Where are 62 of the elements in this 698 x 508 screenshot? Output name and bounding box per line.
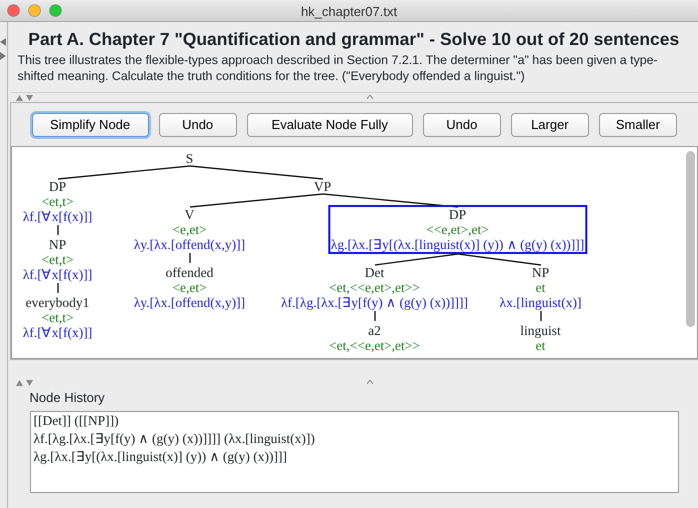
node-formula: λf.[∀x[f(x)]] — [22, 266, 92, 282]
node-label[interactable]: VP — [314, 178, 332, 194]
node-formula: λf.[∀x[f(x)]] — [22, 324, 92, 340]
node-label[interactable]: DP — [448, 206, 466, 222]
tree-branch-line — [56, 224, 58, 235]
tree-branch-line — [188, 252, 190, 263]
split-handle-icon[interactable] — [366, 95, 373, 100]
node-label[interactable]: NP — [48, 236, 66, 252]
node-type: <et,<<e,et>,et>> — [329, 338, 420, 353]
collapse-down-icon[interactable] — [26, 94, 33, 101]
node-type: <et,t> — [41, 252, 74, 267]
close-button[interactable] — [7, 4, 20, 17]
tree-branch-line — [374, 310, 376, 321]
node-type: <et,<<e,et>,et>> — [329, 280, 420, 295]
button[interactable]: Larger — [510, 113, 589, 137]
split-handle-icon[interactable] — [366, 380, 373, 384]
history-text-area[interactable]: [[Det]] ([[NP]]) λf.[λg.[λx.[∃y[f(y) ∧ (g(y) (x))]]]] (λx.[linguist(x)]) λg.[λx.[∃y[(λx.[linguist(x)] (y)) ∧ (g(y) (x))]]] — [30, 411, 679, 494]
minimize-button[interactable] — [28, 4, 41, 17]
node-formula: λy.[λx.[offend(x,y)]] — [134, 294, 246, 310]
node-formula: λy.[λx.[offend(x,y)]] — [134, 236, 246, 252]
button[interactable]: Smaller — [598, 113, 677, 137]
node-label[interactable]: everybody1 — [26, 294, 90, 310]
node-type: <et,t> — [41, 310, 74, 325]
node-label[interactable]: S — [186, 150, 194, 166]
node-type: <<e,et>,et> — [426, 222, 489, 237]
button[interactable]: Undo — [422, 113, 501, 137]
node-label[interactable]: DP — [48, 178, 66, 194]
history-line: λg.[λx.[∃y[(λx.[linguist(x)] (y)) ∧ (g(y) (x))]]] — [34, 448, 288, 466]
node-label[interactable]: V — [184, 206, 194, 222]
zoom-button[interactable] — [49, 4, 62, 17]
node-type: <e,et> — [172, 222, 207, 237]
collapse-up-icon[interactable] — [16, 94, 23, 101]
node-type: <et,t> — [41, 194, 74, 209]
node-label[interactable]: NP — [532, 264, 550, 280]
scrollbar[interactable] — [686, 150, 695, 327]
node-type: <e,et> — [172, 280, 207, 295]
node-type: et — [536, 338, 546, 353]
window-title: hk_chapter07.txt — [300, 4, 398, 19]
history-line: λf.[λg.[λx.[∃y[f(y) ∧ (g(y) (x))]]]] (λx.[linguist(x)]) — [34, 430, 316, 448]
selected-node-box[interactable]: DP <<e,et>,et> λg.[λx.[∃y[(λx.[linguist(x)] (y)) ∧ (g(y) (x))]]] — [328, 204, 588, 254]
tree-branch-line — [56, 282, 58, 293]
node-label[interactable]: a2 — [368, 322, 381, 338]
button[interactable]: Evaluate Node Fully — [246, 113, 413, 137]
history-line: [[Det]] ([[NP]]) — [34, 412, 120, 430]
node-label[interactable]: Det — [364, 264, 384, 280]
collapse-down-icon[interactable] — [26, 380, 33, 386]
node-formula: λf.[∀x[f(x)]] — [22, 208, 92, 224]
node-formula: λx.[linguist(x)] — [500, 294, 582, 310]
node-label[interactable]: offended — [166, 264, 214, 280]
node-formula: λf.[λg.[λx.[∃y[f(y) ∧ (g(y) (x))]]]] — [280, 294, 468, 310]
button[interactable]: Simplify Node — [32, 113, 149, 137]
collapse-left-icon[interactable] — [0, 38, 6, 46]
heading: Part A. Chapter 7 "Quantification and grammar" - Solve 10 out of 20 sentences — [27, 28, 680, 51]
button[interactable]: Undo — [158, 113, 237, 137]
expand-right-icon[interactable] — [0, 52, 6, 60]
description: This tree illustrates the flexible-types approach described in Section 7.2.1. The determiner "a" has been given a type-shifted meaning. Calculate the truth conditions for the tree. ("Everybody offended a linguist.") — [18, 52, 659, 84]
collapse-up-icon[interactable] — [16, 380, 23, 386]
node-formula: λg.[λx.[∃y[(λx.[linguist(x)] (y)) ∧ (g(y) (x))]]] — [330, 236, 584, 252]
tree-branch-line — [540, 310, 542, 321]
node-label[interactable]: linguist — [520, 322, 561, 338]
node-type: et — [536, 280, 546, 295]
section-title: Node History — [30, 388, 106, 407]
